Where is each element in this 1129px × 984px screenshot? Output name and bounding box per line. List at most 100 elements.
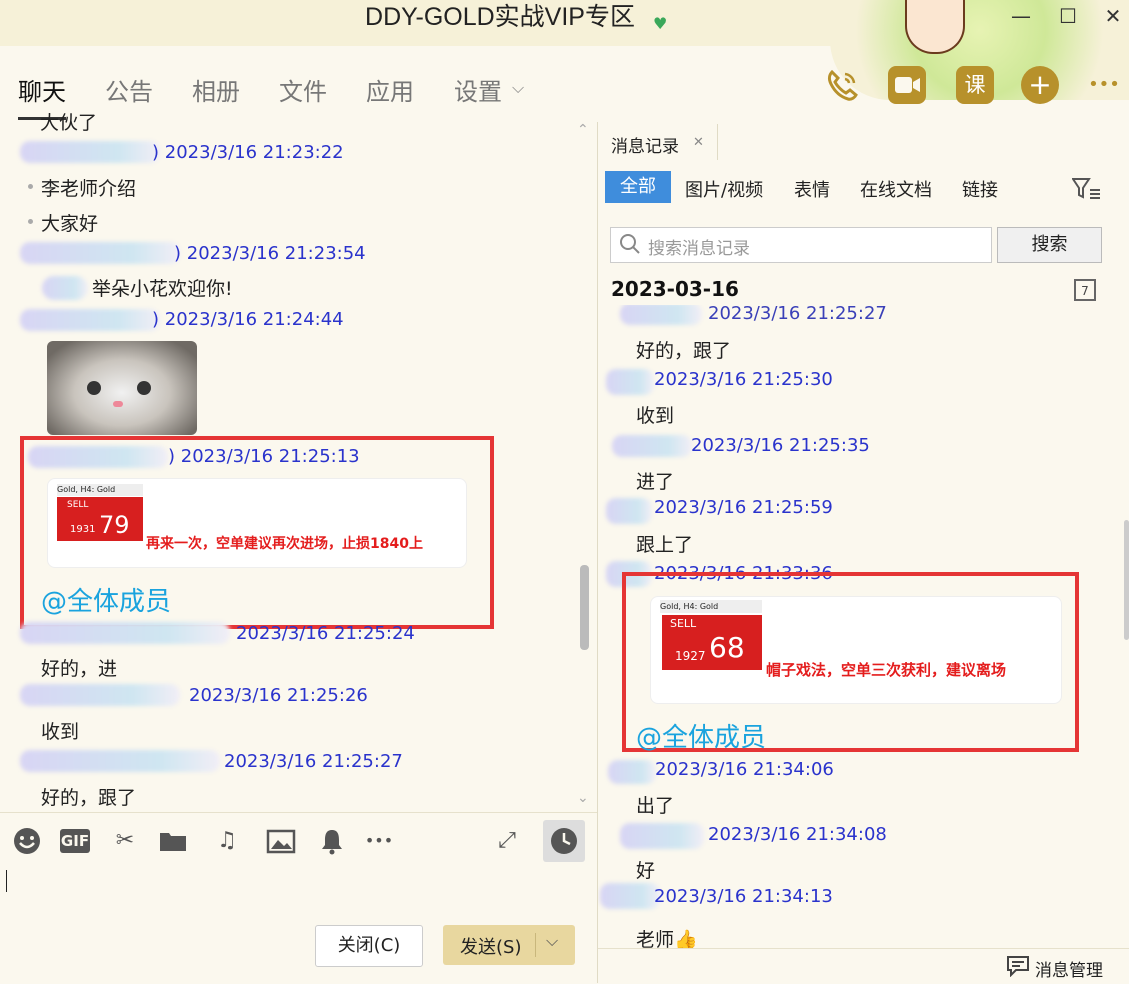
filter-icon[interactable] (1071, 177, 1102, 201)
message-text: 大家好 (41, 213, 99, 235)
history-scrollbar[interactable] (1124, 520, 1129, 640)
tab-chat[interactable]: 聊天 (18, 72, 66, 107)
calendar-icon[interactable]: 7 (1074, 279, 1096, 301)
expand-icon[interactable]: ⤢ (492, 826, 522, 856)
filter-online-docs[interactable]: 在线文档 (860, 176, 932, 202)
filter-links[interactable]: 链接 (962, 176, 998, 202)
input-divider (0, 812, 597, 813)
scroll-up-icon[interactable]: ⌃ (577, 122, 589, 138)
search-placeholder: 搜索消息记录 (648, 239, 750, 259)
history-tab[interactable]: 消息记录 ✕ (599, 124, 717, 160)
message-text: 好的，跟了 (41, 787, 137, 809)
add-icon[interactable]: + (1021, 66, 1059, 104)
filter-stickers[interactable]: 表情 (794, 176, 830, 202)
scroll-down-icon[interactable]: ⌄ (577, 790, 589, 806)
filter-images-videos[interactable]: 图片/视频 (685, 176, 763, 202)
message-text: 跟上了 (636, 534, 694, 556)
heart-icon: ♥ (653, 14, 668, 33)
bell-icon[interactable] (317, 826, 347, 856)
history-tab-label: 消息记录 (611, 137, 679, 157)
price-small: 1931 (70, 524, 96, 535)
mention-all-members[interactable]: @全体成员 (41, 581, 171, 618)
message-timestamp: 2023/3/16 21:34:06 (655, 759, 834, 780)
tab-apps[interactable]: 应用 (366, 72, 414, 107)
send-options-chevron-icon[interactable]: ⌵ (546, 931, 558, 951)
maximize-button[interactable]: ☐ (1052, 2, 1084, 32)
close-chat-button[interactable]: 关闭(C) (315, 925, 423, 967)
message-timestamp: 2023/3/16 21:25:27 (708, 305, 887, 324)
chat-message-list[interactable]: 大伙了 ⌃ ) 2023/3/16 21:23:22 李老师介绍 大家好 ) 2… (0, 112, 596, 812)
message-input-area[interactable] (0, 862, 597, 917)
send-button-label: 发送(S) (460, 937, 522, 958)
emoji-icon[interactable] (12, 826, 42, 856)
history-search-field[interactable]: 搜索消息记录 (610, 227, 992, 263)
close-tab-icon[interactable]: ✕ (693, 135, 704, 150)
message-text: 进了 (636, 471, 675, 493)
sender-name-blurred (28, 446, 168, 468)
window-title-text: DDY-GOLD实战VIP专区 (365, 3, 635, 31)
tab-album[interactable]: 相册 (192, 72, 240, 107)
message-timestamp: 2023/3/16 21:25:59 (654, 497, 833, 518)
sell-label: SELL (670, 617, 697, 630)
sender-name-blurred (620, 823, 704, 849)
tab-announcement[interactable]: 公告 (105, 72, 153, 107)
sender-name-blurred (20, 141, 160, 163)
sell-button-image: SELL 1931 79 (57, 497, 143, 541)
bullet-icon (28, 219, 33, 224)
folder-icon[interactable] (158, 826, 188, 856)
sender-name-blurred (612, 435, 692, 457)
message-text: 好的，跟了 (636, 340, 732, 362)
search-icon (619, 233, 641, 259)
scissors-icon[interactable]: ✂ (110, 826, 140, 856)
trade-signal-card[interactable]: Gold, H4: Gold SELL 1931 79 再来一次，空单建议再次进… (47, 478, 467, 568)
mention-all-members[interactable]: @全体成员 (636, 717, 766, 754)
tab-files[interactable]: 文件 (279, 72, 327, 107)
more-icon[interactable]: ••• (364, 826, 394, 856)
close-button[interactable]: ✕ (1097, 2, 1129, 32)
sell-label: SELL (67, 500, 89, 510)
sell-button-image: SELL 1927 68 (662, 615, 762, 670)
message-manage-button[interactable]: 消息管理 (1035, 956, 1103, 981)
mention-blurred (42, 276, 88, 300)
history-message-list[interactable]: 2023/3/16 21:25:27 好的，跟了 2023/3/16 21:25… (598, 305, 1129, 948)
video-icon[interactable] (888, 66, 926, 104)
music-icon[interactable]: ♫ (212, 826, 242, 856)
gif-icon[interactable]: GIF (60, 829, 90, 853)
chart-symbol-label: Gold, H4: Gold (57, 484, 143, 496)
message-timestamp: 2023/3/16 21:25:24 (236, 623, 415, 644)
history-footer: 消息管理 (598, 948, 1129, 984)
message-timestamp: 2023/3/16 21:25:26 (189, 685, 368, 706)
image-icon[interactable] (266, 826, 296, 856)
cat-sticker-image[interactable] (47, 341, 197, 435)
trade-signal-card[interactable]: Gold, H4: Gold SELL 1927 68 帽子戏法，空单三次获利，… (650, 596, 1062, 704)
send-button[interactable]: 发送(S) ⌵ (443, 925, 575, 965)
window-title: DDY-GOLD实战VIP专区 (0, 0, 1000, 36)
chart-symbol-label: Gold, H4: Gold (660, 600, 762, 613)
message-timestamp: 2023/3/16 21:25:27 (224, 751, 403, 772)
price-big: 79 (99, 511, 130, 539)
minimize-button[interactable]: — (1005, 2, 1037, 32)
history-date: 2023-03-16 (611, 277, 739, 301)
tab-separator (717, 124, 718, 160)
message-timestamp: 2023/3/16 21:25:35 (691, 435, 870, 456)
chevron-down-icon: ⌵ (512, 78, 525, 97)
message-timestamp: ) 2023/3/16 21:24:44 (152, 309, 344, 330)
message-text: 老师👍 (636, 929, 698, 948)
message-text: 收到 (41, 721, 80, 743)
tab-settings[interactable]: 设置 (454, 72, 502, 107)
sender-name-blurred (20, 242, 180, 264)
history-icon[interactable] (543, 820, 585, 862)
sender-name-blurred (20, 750, 220, 772)
message-text: 好 (636, 860, 656, 882)
filter-all[interactable]: 全部 (605, 171, 671, 203)
more-icon[interactable]: ••• (1085, 66, 1123, 104)
bullet-icon (28, 184, 33, 189)
partial-message-text: 大伙了 (40, 112, 98, 134)
search-button[interactable]: 搜索 (997, 227, 1102, 263)
course-icon[interactable]: 课 (956, 66, 994, 104)
chat-scrollbar[interactable] (580, 565, 589, 650)
phone-icon[interactable] (823, 66, 861, 104)
send-divider (535, 933, 536, 957)
message-timestamp: 2023/3/16 21:34:08 (708, 824, 887, 845)
sender-name-blurred (608, 760, 656, 784)
